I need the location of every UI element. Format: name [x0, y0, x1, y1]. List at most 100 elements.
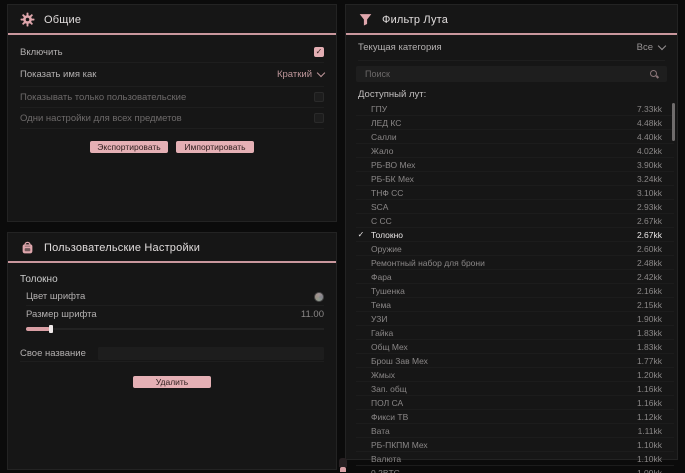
loot-list-item[interactable]: Тушенка 2.16kk [356, 284, 674, 298]
loot-item-name: Фара [371, 272, 392, 282]
panel-general-header: Общие [8, 5, 336, 35]
loot-item-value: 2.93kk [637, 202, 662, 212]
custom-name-input[interactable] [98, 347, 324, 360]
selected-check-icon: ✓ [356, 230, 366, 239]
row-name-mode: Показать имя как Краткий [20, 63, 324, 87]
loot-list-item[interactable]: Салли 4.40kk [356, 130, 674, 144]
loot-list-item[interactable]: ✓ Толокно 2.67kk [356, 228, 674, 242]
loot-item-value: 3.10kk [637, 188, 662, 198]
loot-list-item[interactable]: Брош Зав Мех 1.77kk [356, 354, 674, 368]
loot-item-name: ЛЕД КС [371, 118, 401, 128]
search-icon[interactable] [649, 69, 660, 80]
chevron-down-icon [317, 69, 325, 77]
loot-list-item[interactable]: Тема 2.15kk [356, 298, 674, 312]
loot-item-name: Тема [371, 300, 391, 310]
search-box[interactable] [356, 66, 667, 82]
font-size-slider[interactable] [26, 325, 324, 333]
loot-list-item[interactable]: 0.2BTC 1.09kk [356, 466, 674, 473]
loot-item-name: УЗИ [371, 314, 387, 324]
export-button[interactable]: Экспортировать [90, 141, 168, 153]
loot-list-item[interactable]: РБ-ПКПМ Мех 1.10kk [356, 438, 674, 452]
loot-list-item[interactable]: Зап. общ 1.16kk [356, 382, 674, 396]
gear-icon [20, 12, 35, 27]
loot-list-item[interactable]: Жмых 1.20kk [356, 368, 674, 382]
category-value: Все [637, 42, 653, 53]
loot-item-name: Оружие [371, 244, 402, 254]
loot-list-item[interactable]: РБ-ВО Мех 3.90kk [356, 158, 674, 172]
loot-item-value: 2.48kk [637, 258, 662, 268]
loot-item-name: Брош Зав Мех [371, 356, 428, 366]
loot-list-item[interactable]: Фикси ТВ 1.12kk [356, 410, 674, 424]
backpack-icon [20, 240, 35, 255]
loot-item-value: 1.83kk [637, 342, 662, 352]
chevron-down-icon [658, 42, 666, 50]
color-wheel-icon[interactable] [314, 292, 324, 302]
loot-item-name: Салли [371, 132, 397, 142]
loot-item-value: 2.16kk [637, 286, 662, 296]
loot-list-item[interactable]: С СС 2.67kk [356, 214, 674, 228]
loot-item-value: 2.67kk [637, 216, 662, 226]
same-settings-label: Одни настройки для всех предметов [20, 113, 182, 124]
loot-list-item[interactable]: Вата 1.11kk [356, 424, 674, 438]
loot-item-value: 1.10kk [637, 440, 662, 450]
available-loot-label: Доступный лут: [358, 89, 665, 100]
loot-item-name: Гайка [371, 328, 393, 338]
loot-item-name: Тушенка [371, 286, 405, 296]
loot-filter-app: Общие Включить ✓ Показать имя как Кратки… [0, 0, 685, 473]
enable-checkbox[interactable]: ✓ [314, 47, 324, 57]
loot-list-item[interactable]: РБ-БК Мех 3.24kk [356, 172, 674, 186]
slider-thumb[interactable] [49, 325, 53, 333]
loot-list-item[interactable]: УЗИ 1.90kk [356, 312, 674, 326]
loot-item-value: 1.16kk [637, 384, 662, 394]
loot-item-value: 7.33kk [637, 104, 662, 114]
panel-filter-title: Фильтр Лута [382, 14, 448, 26]
loot-item-value: 1.10kk [637, 454, 662, 464]
loot-item-value: 3.90kk [637, 160, 662, 170]
search-input[interactable] [363, 68, 567, 80]
selected-item-name: Толокно [20, 274, 324, 285]
loot-item-name: Валюта [371, 454, 401, 464]
category-dropdown[interactable]: Все [637, 42, 665, 53]
loot-list-item[interactable]: ТНФ СС 3.10kk [356, 186, 674, 200]
row-category: Текущая категория Все [358, 35, 665, 61]
loot-list-item[interactable]: Оружие 2.60kk [356, 242, 674, 256]
loot-item-value: 1.77kk [637, 356, 662, 366]
loot-list-item[interactable]: Фара 2.42kk [356, 270, 674, 284]
font-color-label: Цвет шрифта [26, 291, 85, 302]
loot-list-item[interactable]: Валюта 1.10kk [356, 452, 674, 466]
row-font-size: Размер шрифта 11.00 [26, 306, 324, 323]
loot-item-value: 1.16kk [637, 398, 662, 408]
only-custom-checkbox[interactable] [314, 92, 324, 102]
loot-item-value: 1.20kk [637, 370, 662, 380]
loot-list-item[interactable]: SCA 2.93kk [356, 200, 674, 214]
delete-button[interactable]: Удалить [133, 376, 211, 388]
loot-list-item[interactable]: ЛЕД КС 4.48kk [356, 116, 674, 130]
loot-item-value: 1.11kk [638, 426, 662, 436]
import-button[interactable]: Импортировать [176, 141, 254, 153]
only-custom-label: Показывать только пользовательские [20, 92, 186, 103]
loot-item-name: РБ-БК Мех [371, 174, 414, 184]
same-settings-checkbox[interactable] [314, 113, 324, 123]
slider-track [26, 328, 324, 330]
loot-list-item[interactable]: ПОЛ СА 1.16kk [356, 396, 674, 410]
category-label: Текущая категория [358, 42, 442, 53]
loot-list-item[interactable]: Жало 4.02kk [356, 144, 674, 158]
loot-item-value: 2.60kk [637, 244, 662, 254]
loot-list-item[interactable]: Ремонтный набор для брони 2.48kk [356, 256, 674, 270]
loot-list-item[interactable]: ГПУ 7.33kk [356, 102, 674, 116]
panel-filter-header: Фильтр Лута [346, 5, 677, 35]
loot-item-name: ТНФ СС [371, 188, 403, 198]
loot-item-name: Общ Мех [371, 342, 408, 352]
loot-item-value: 2.42kk [637, 272, 662, 282]
loot-list-item[interactable]: Общ Мех 1.83kk [356, 340, 674, 354]
bottom-center-icon[interactable] [338, 458, 348, 473]
slider-fill [26, 327, 50, 331]
loot-item-value: 1.90kk [637, 314, 662, 324]
loot-list-item[interactable]: Гайка 1.83kk [356, 326, 674, 340]
name-mode-dropdown[interactable]: Краткий [277, 69, 324, 80]
loot-item-name: Фикси ТВ [371, 412, 408, 422]
enable-label: Включить [20, 47, 63, 58]
loot-item-name: ГПУ [371, 104, 387, 114]
scrollbar-thumb[interactable] [672, 103, 675, 141]
row-custom-name: Свое название [20, 345, 324, 362]
